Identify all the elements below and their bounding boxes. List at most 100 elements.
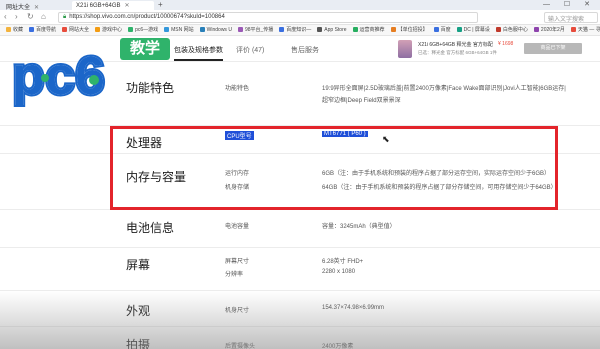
bookmark-label: 游戏中心 xyxy=(102,27,123,33)
tab-after-sales[interactable]: 售后服务 xyxy=(291,45,319,55)
spec-key: 电池容量 xyxy=(225,224,250,230)
spec-key: 运行内存 xyxy=(225,171,250,177)
bookmark-label: App Store xyxy=(324,27,347,33)
bookmark-icon xyxy=(317,27,323,32)
new-tab-button[interactable]: + xyxy=(158,0,163,9)
url-text: https://shop.vivo.com.cn/product/1000067… xyxy=(69,14,225,20)
bookmark-item[interactable]: 百度 xyxy=(433,25,451,35)
bookmark-icon xyxy=(62,27,68,32)
tab-reviews[interactable]: 评价 (47) xyxy=(236,45,264,55)
spec-value: 2280 x 1080 xyxy=(322,269,356,275)
bookmark-item[interactable]: 百度导航 xyxy=(29,25,57,35)
spec-section-memory: 内存与容量 运行内存 6GB（注：由于手机系统和预装的程序占据了部分运存空间，实… xyxy=(0,154,600,210)
bookmark-item[interactable]: 网站大全 xyxy=(62,25,89,35)
back-arrow-icon[interactable]: ‹ xyxy=(4,12,7,21)
home-icon[interactable]: ⌂ xyxy=(41,12,46,21)
spec-section-appearance: 外观 机身尺寸 154.37×74.98×6.99mm xyxy=(0,291,600,327)
bookmark-icon xyxy=(433,27,439,32)
spec-value: 2400万像素 xyxy=(322,344,354,349)
tab-label: X21i 6GB+64GB xyxy=(76,3,121,9)
spec-row: 分辨率 2280 x 1080 xyxy=(0,269,600,281)
spec-section-camera: 拍摄 后置摄像头 2400万像素 xyxy=(0,327,600,349)
search-placeholder: 输入文字搜索 xyxy=(548,17,585,23)
bookmark-label: DC | 屏幕设 xyxy=(463,27,490,33)
bookmark-label: pc6—游戏 xyxy=(135,27,159,33)
bookmark-item[interactable]: 运营商推荐 xyxy=(352,25,385,35)
spec-section-processor: 处理器 CPU型号 MT6771 ( P60 ) xyxy=(0,126,600,154)
spec-section-display: 屏幕 屏幕尺寸 6.28英寸 FHD+ 分辨率 2280 x 1080 xyxy=(0,248,600,291)
bookmark-item[interactable]: 白色服中心 xyxy=(495,25,528,35)
bookmark-icon xyxy=(164,27,170,32)
bookmark-icon xyxy=(456,27,462,32)
bookmark-label: 百度导航 xyxy=(36,27,57,33)
tab-specs[interactable]: 包装及规格参数 xyxy=(174,45,223,61)
bookmark-item[interactable]: pc6—游戏 xyxy=(128,25,159,35)
spec-value: 超窄边框|Deep Field双景景深 xyxy=(322,98,401,104)
spec-section-features: 功能特色 功能特色 19:9异形全面屏|2.5D玻璃后盖|前置2400万像素|F… xyxy=(0,74,600,126)
search-input[interactable]: 输入文字搜索 xyxy=(544,12,598,23)
spec-value: 容量：3245mAh（典型值） xyxy=(322,224,396,230)
spec-row: 超窄边框|Deep Field双景景深 xyxy=(0,95,600,107)
close-icon[interactable]: ✕ xyxy=(125,3,130,9)
bookmark-item[interactable]: DC | 屏幕设 xyxy=(456,25,490,35)
spec-value: 19:9异形全面屏|2.5D玻璃后盖|前置2400万像素|Face Wake面部… xyxy=(322,86,566,92)
mouse-cursor-icon: ⬉ xyxy=(382,134,390,144)
bookmark-item[interactable]: 游戏中心 xyxy=(95,25,123,35)
bookmark-item[interactable]: App Store xyxy=(317,25,347,35)
bookmark-label: 【单位招投】 xyxy=(397,27,428,33)
spec-value: MT6771 ( P60 ) xyxy=(322,131,368,137)
spec-value: 6.28英寸 FHD+ xyxy=(322,259,364,265)
product-price: ¥ 1698 xyxy=(498,41,514,47)
spec-section-battery: 电池信息 电池容量 容量：3245mAh（典型值） xyxy=(0,210,600,248)
lock-icon: 🔒︎ xyxy=(63,14,67,20)
bookmark-label: 运营商推荐 xyxy=(359,27,385,33)
bookmark-label: 天猫 — 寻 xyxy=(577,27,600,33)
bookmark-icon xyxy=(199,27,205,32)
bookmark-item[interactable]: 天猫 — 寻 xyxy=(570,25,600,35)
bookmark-item[interactable]: Windows U xyxy=(199,25,232,35)
bookmark-icon xyxy=(95,27,101,32)
spec-row: 后置摄像头 2400万像素 xyxy=(0,341,600,349)
forward-arrow-icon[interactable]: › xyxy=(15,12,18,21)
bookmark-label: 白色服中心 xyxy=(502,27,528,33)
bookmark-item[interactable]: 【单位招投】 xyxy=(390,25,428,35)
bookmarks-bar: 收藏 百度导航 网站大全 游戏中心 pc6—游戏 MSN 网站 Windows U 98平台_… xyxy=(0,25,600,36)
spec-key: 后置摄像头 xyxy=(225,344,256,349)
spec-key: 机身尺寸 xyxy=(225,308,250,314)
bookmark-icon xyxy=(533,27,539,32)
buy-button[interactable]: 商品已下架 xyxy=(524,43,582,54)
bookmark-item[interactable]: 98平台_传播 xyxy=(237,25,273,35)
bookmark-item[interactable]: MSN 网站 xyxy=(164,25,194,35)
bookmark-icon xyxy=(279,27,285,32)
bookmark-icon xyxy=(237,27,243,32)
product-thumbnail xyxy=(398,40,412,58)
spec-row: 功能特色 19:9异形全面屏|2.5D玻璃后盖|前置2400万像素|Face W… xyxy=(0,83,600,95)
tab-vivo-product[interactable]: X21i 6GB+64GB ✕ xyxy=(72,1,154,10)
window-controls[interactable]: — ☐ ✕ xyxy=(543,0,596,8)
spec-row: 机身存储 64GB（注：由于手机系统和预装的程序占据了部分存储空间，可用存储空间… xyxy=(0,182,600,194)
spec-row: 电池容量 容量：3245mAh（典型值） xyxy=(0,221,600,233)
teaching-badge: 教学 xyxy=(120,38,170,60)
bookmark-icon xyxy=(29,27,35,32)
url-input[interactable]: 🔒︎ https://shop.vivo.com.cn/product/10000… xyxy=(58,12,478,23)
bookmark-label: Windows U xyxy=(206,27,232,33)
product-selection: 已选：释光金 官方标配 6GB+64GB 1件 xyxy=(418,50,497,55)
product-name: X21i 6GB+64GB 释光金 官方标配 xyxy=(418,42,493,48)
spec-value: 6GB（注：由于手机系统和预装的程序占据了部分运存空间，实际运存空间少于6GB） xyxy=(322,171,551,177)
spec-key: 机身存储 xyxy=(225,185,250,191)
bookmark-icon xyxy=(390,27,396,32)
bookmark-label: 百度知识— xyxy=(286,27,312,33)
product-summary: X21i 6GB+64GB 释光金 官方标配 ¥ 1698 已选：释光金 官方标… xyxy=(398,40,598,60)
bookmark-label: 收藏 xyxy=(13,27,24,33)
tab-web-directory[interactable]: 网址大全 ✕ xyxy=(2,1,72,11)
page-content: 包装及规格参数 评价 (47) 售后服务 X21i 6GB+64GB 释光金 官… xyxy=(0,36,600,349)
bookmark-icon xyxy=(6,27,11,32)
spec-key: CPU型号 xyxy=(225,131,254,140)
bookmark-item[interactable]: 收藏 xyxy=(6,25,24,35)
spec-row: 运行内存 6GB（注：由于手机系统和预装的程序占据了部分运存空间，实际运存空间少… xyxy=(0,168,600,180)
spec-key: 功能特色 xyxy=(225,86,250,92)
bookmark-item[interactable]: 2020年2月 xyxy=(533,25,565,35)
bookmark-item[interactable]: 百度知识— xyxy=(279,25,312,35)
bookmark-label: 2020年2月 xyxy=(540,27,565,33)
reload-icon[interactable]: ↻ xyxy=(27,12,34,21)
